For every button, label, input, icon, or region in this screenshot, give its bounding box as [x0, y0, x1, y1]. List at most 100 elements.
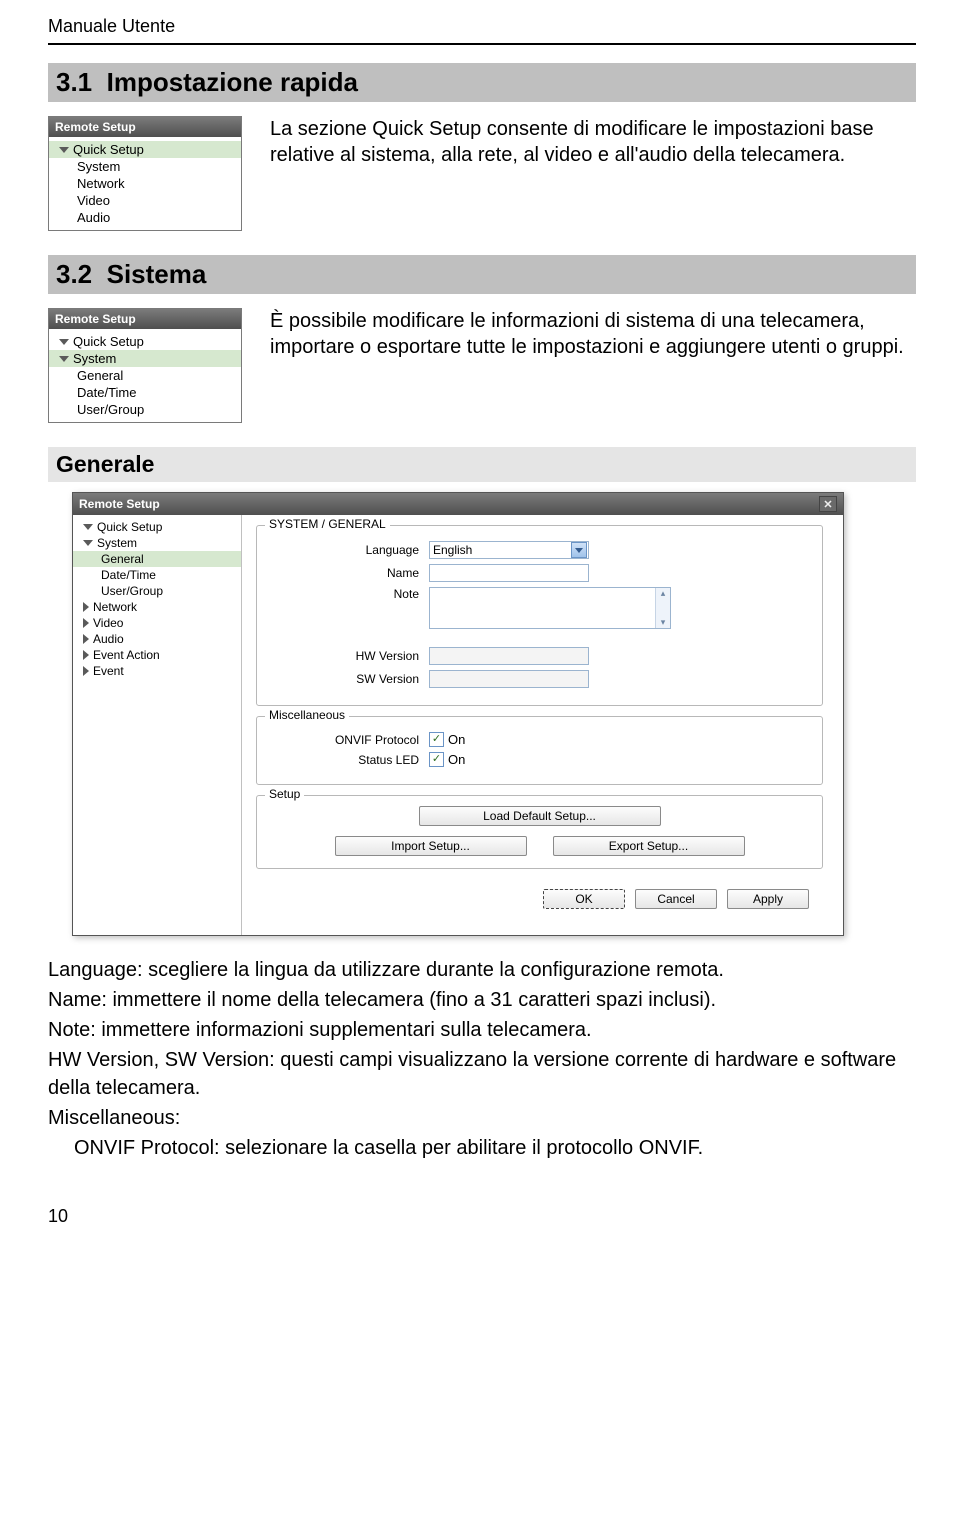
- bullet-language: Language: scegliere la lingua da utilizz…: [48, 956, 916, 984]
- close-button[interactable]: ✕: [819, 496, 837, 512]
- note-textarea[interactable]: ▴▾: [429, 587, 671, 629]
- statusled-label: Status LED: [269, 753, 429, 767]
- onvif-value: On: [448, 732, 465, 747]
- dropdown-arrow-icon: [571, 542, 587, 558]
- section-3-2-para: È possibile modificare le informazioni d…: [270, 308, 916, 360]
- panelA-item-video[interactable]: Video: [49, 192, 241, 209]
- panel-quick-setup: Remote Setup Quick Setup System Network …: [48, 116, 242, 231]
- chevron-down-icon: [59, 356, 69, 362]
- side-event-action[interactable]: Event Action: [73, 647, 241, 663]
- section-3-1-title: Impostazione rapida: [107, 67, 358, 97]
- side-video[interactable]: Video: [73, 615, 241, 631]
- panelB-label-sub-2: User/Group: [77, 402, 144, 417]
- section-3-1-number: 3.1: [56, 67, 92, 97]
- side-quick-setup[interactable]: Quick Setup: [73, 519, 241, 535]
- cancel-button[interactable]: Cancel: [635, 889, 717, 909]
- panelA-item-quick-setup[interactable]: Quick Setup: [49, 141, 241, 158]
- bullet-note: Note: immettere informazioni supplementa…: [48, 1016, 916, 1044]
- import-setup-button[interactable]: Import Setup...: [335, 836, 527, 856]
- chevron-down-icon: [83, 524, 93, 530]
- bullet-name: Name: immettere il nome della telecamera…: [48, 986, 916, 1014]
- dialog-main: SYSTEM / GENERAL Language English Name N…: [242, 515, 843, 935]
- side-datetime[interactable]: Date/Time: [73, 567, 241, 583]
- side-usergroup[interactable]: User/Group: [73, 583, 241, 599]
- scrollbar[interactable]: ▴▾: [655, 588, 670, 628]
- panelA-label-0: Quick Setup: [73, 142, 144, 157]
- panelB-item-usergroup[interactable]: User/Group: [49, 401, 241, 418]
- side-label-sys-2: User/Group: [101, 584, 163, 598]
- side-network[interactable]: Network: [73, 599, 241, 615]
- panelB-item-system[interactable]: System: [49, 350, 241, 367]
- scroll-down-icon: ▾: [656, 617, 670, 628]
- side-audio[interactable]: Audio: [73, 631, 241, 647]
- panelB-label-top-0: Quick Setup: [73, 334, 144, 349]
- apply-button[interactable]: Apply: [727, 889, 809, 909]
- ok-button[interactable]: OK: [543, 889, 625, 909]
- side-label-closed-2: Audio: [93, 632, 124, 646]
- group-system-general-legend: SYSTEM / GENERAL: [265, 517, 390, 531]
- chevron-right-icon: [83, 602, 89, 612]
- statusled-checkbox[interactable]: ✓: [429, 752, 444, 767]
- name-input[interactable]: [429, 564, 589, 582]
- side-label-open-0: Quick Setup: [97, 520, 162, 534]
- group-setup-legend: Setup: [265, 787, 304, 801]
- load-default-button[interactable]: Load Default Setup...: [419, 806, 661, 826]
- panelA-label-3: Video: [77, 193, 110, 208]
- section-3-2-number: 3.2: [56, 259, 92, 289]
- header-rule: [48, 43, 916, 45]
- panelB-label-sub-0: General: [77, 368, 123, 383]
- side-label-closed-0: Network: [93, 600, 137, 614]
- panel-system-title: Remote Setup: [49, 309, 241, 329]
- description-bullets: Language: scegliere la lingua da utilizz…: [48, 956, 916, 1162]
- panelB-item-quick-setup[interactable]: Quick Setup: [49, 333, 241, 350]
- section-3-1-bar: 3.1 Impostazione rapida: [48, 63, 916, 102]
- group-miscellaneous-legend: Miscellaneous: [265, 708, 349, 722]
- panelA-item-audio[interactable]: Audio: [49, 209, 241, 226]
- side-label-sys-1: Date/Time: [101, 568, 156, 582]
- chevron-right-icon: [83, 666, 89, 676]
- section-3-2-bar: 3.2 Sistema: [48, 255, 916, 294]
- side-general[interactable]: General: [73, 551, 241, 567]
- side-event[interactable]: Event: [73, 663, 241, 679]
- statusled-value: On: [448, 752, 465, 767]
- sw-version-value: [429, 670, 589, 688]
- group-system-general: SYSTEM / GENERAL Language English Name N…: [256, 525, 823, 706]
- side-label-closed-3: Event Action: [93, 648, 160, 662]
- chevron-right-icon: [83, 634, 89, 644]
- onvif-checkbox[interactable]: ✓: [429, 732, 444, 747]
- bullet-onvif: ONVIF Protocol: selezionare la casella p…: [74, 1134, 916, 1162]
- note-label: Note: [269, 587, 429, 601]
- language-select[interactable]: English: [429, 541, 589, 559]
- subsection-generale-bar: Generale: [48, 447, 916, 482]
- dialog-titlebar: Remote Setup ✕: [73, 493, 843, 515]
- onvif-label: ONVIF Protocol: [269, 733, 429, 747]
- remote-setup-dialog: Remote Setup ✕ Quick Setup System Genera…: [72, 492, 844, 936]
- side-label-closed-1: Video: [93, 616, 123, 630]
- dialog-footer: OK Cancel Apply: [256, 879, 823, 921]
- side-system[interactable]: System: [73, 535, 241, 551]
- side-label-closed-4: Event: [93, 664, 124, 678]
- export-setup-button[interactable]: Export Setup...: [553, 836, 745, 856]
- panelA-item-system[interactable]: System: [49, 158, 241, 175]
- panelB-item-datetime[interactable]: Date/Time: [49, 384, 241, 401]
- bullet-misc: Miscellaneous:: [48, 1104, 916, 1132]
- group-miscellaneous: Miscellaneous ONVIF Protocol ✓ On Status…: [256, 716, 823, 785]
- panel-system: Remote Setup Quick Setup System General …: [48, 308, 242, 423]
- hw-version-value: [429, 647, 589, 665]
- chevron-down-icon: [59, 147, 69, 153]
- chevron-down-icon: [59, 339, 69, 345]
- section-3-2-title: Sistema: [107, 259, 207, 289]
- panelA-item-network[interactable]: Network: [49, 175, 241, 192]
- bullet-versions: HW Version, SW Version: questi campi vis…: [48, 1046, 916, 1102]
- hw-version-label: HW Version: [269, 649, 429, 663]
- name-label: Name: [269, 566, 429, 580]
- chevron-right-icon: [83, 618, 89, 628]
- dialog-sidebar: Quick Setup System General Date/Time Use…: [73, 515, 242, 935]
- sw-version-label: SW Version: [269, 672, 429, 686]
- panelB-label-sub-1: Date/Time: [77, 385, 136, 400]
- chevron-down-icon: [83, 540, 93, 546]
- language-value: English: [433, 543, 472, 557]
- panelA-label-2: Network: [77, 176, 125, 191]
- side-label-sys-0: General: [101, 552, 144, 566]
- panelB-item-general[interactable]: General: [49, 367, 241, 384]
